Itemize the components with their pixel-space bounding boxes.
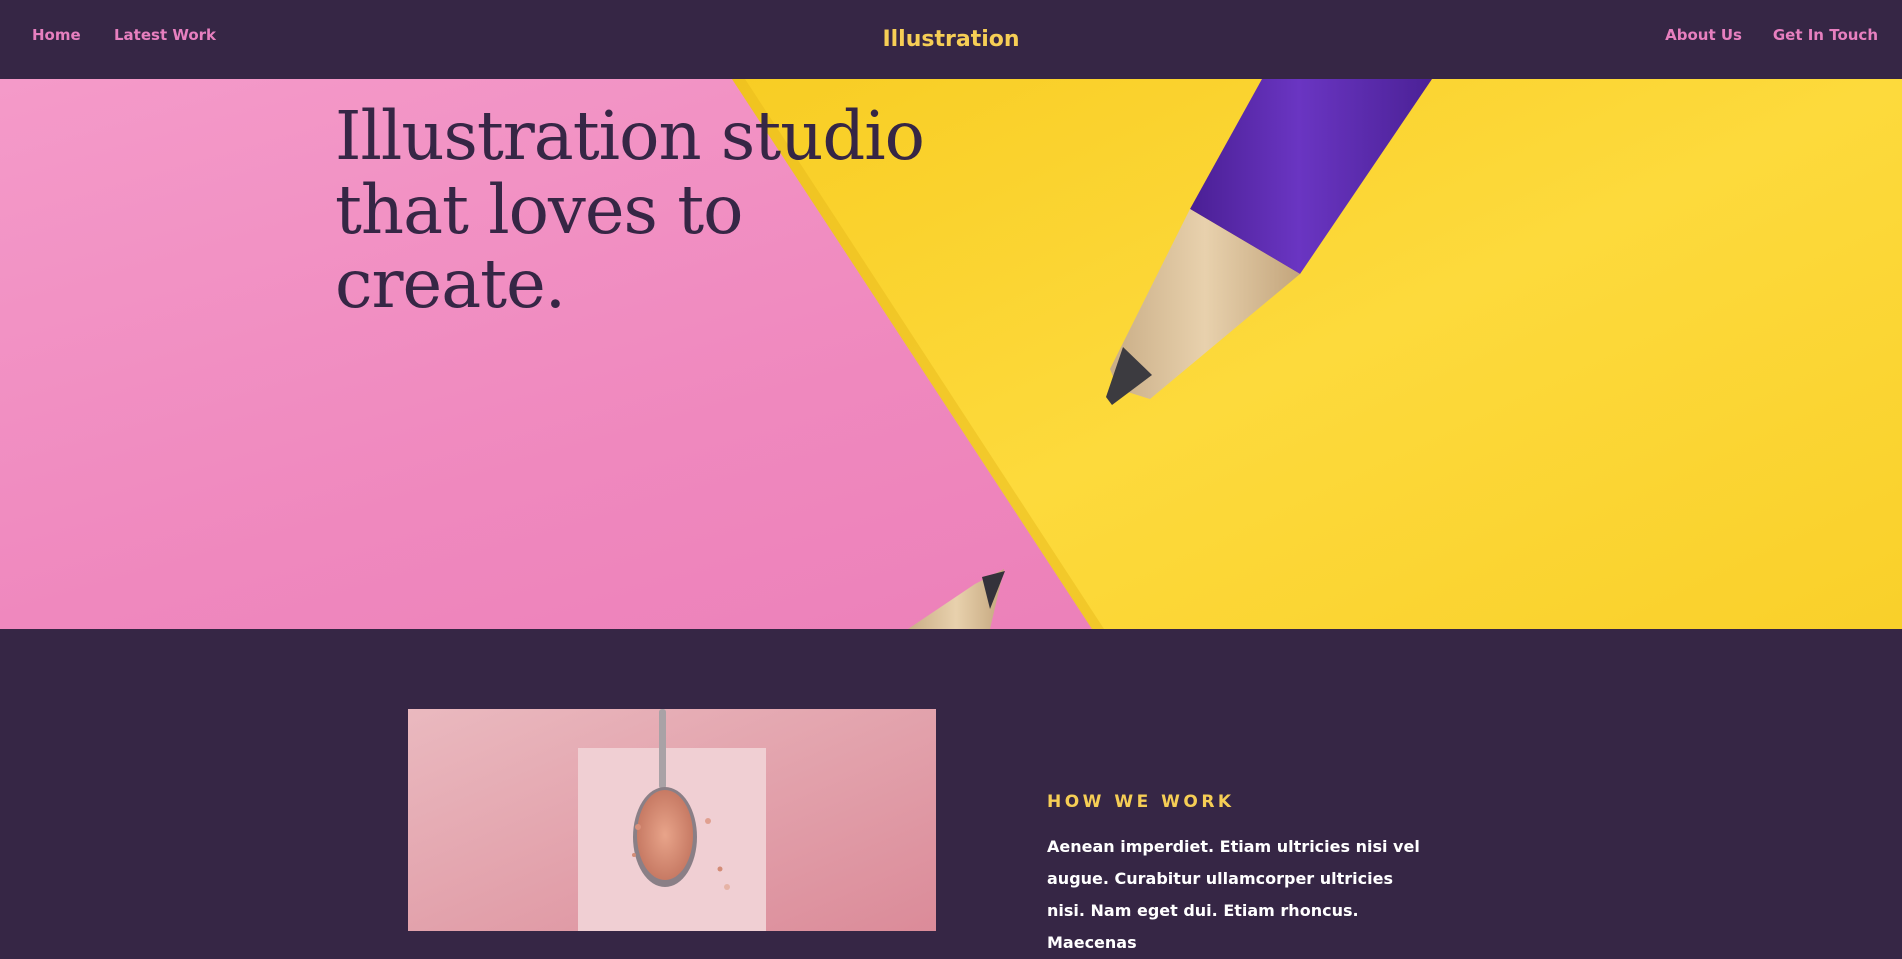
hero-heading: Illustration studio that loves to create… — [335, 97, 925, 323]
site-header: Home Latest Work Illustration About Us G… — [0, 0, 1902, 79]
spoon-image — [408, 709, 936, 931]
nav-get-in-touch-link[interactable]: Get In Touch — [1773, 26, 1878, 44]
section-body-text: Aenean imperdiet. Etiam ultricies nisi v… — [1047, 837, 1420, 952]
hero-section: Illustration studio that loves to create… — [0, 79, 1902, 629]
site-title[interactable]: Illustration — [0, 27, 1902, 52]
nav-about-us-link[interactable]: About Us — [1665, 26, 1742, 44]
section-heading: HOW WE WORK — [1047, 792, 1235, 812]
how-we-work-section: HOW WE WORK Aenean imperdiet. Etiam ultr… — [0, 629, 1902, 952]
